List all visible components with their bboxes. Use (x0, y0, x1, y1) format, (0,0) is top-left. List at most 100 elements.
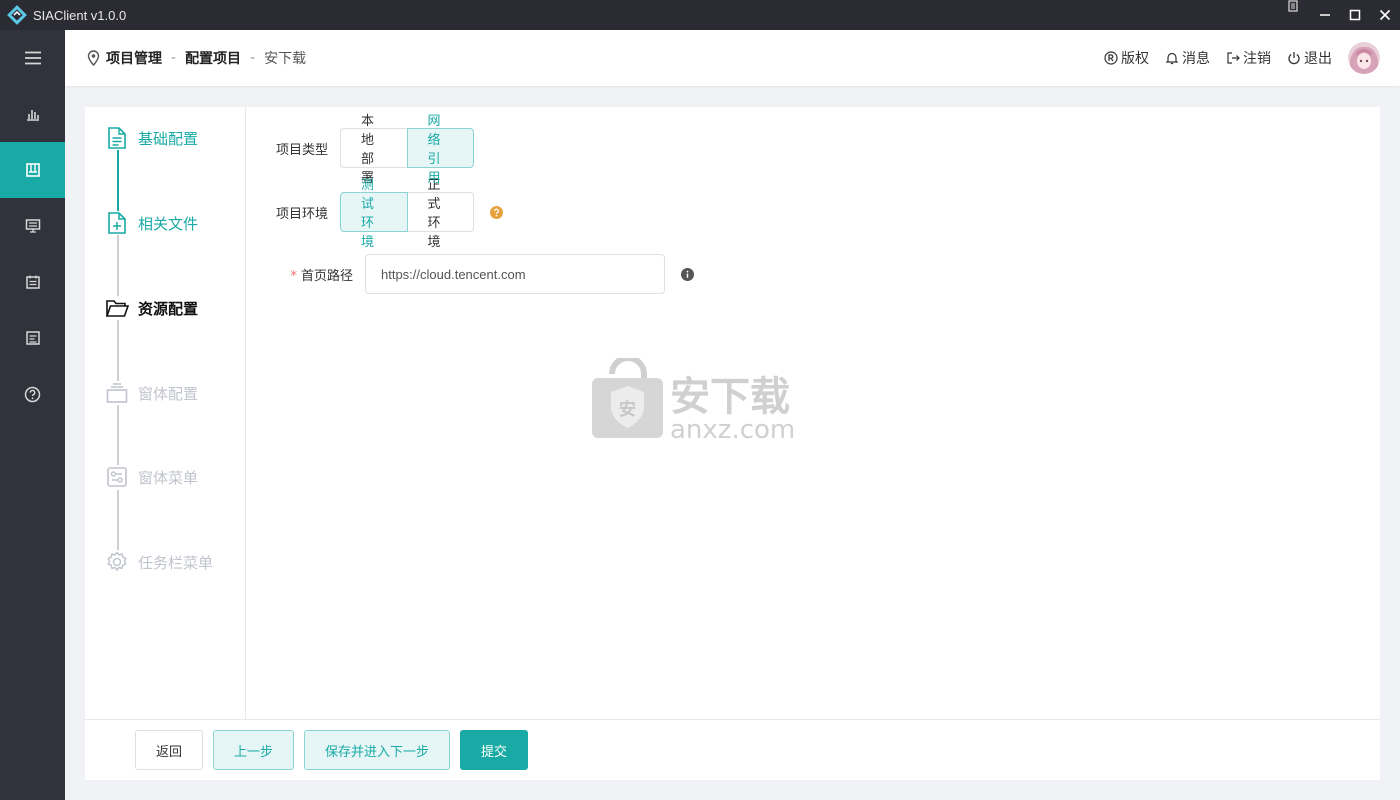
copyright-label: 版权 (1121, 51, 1149, 67)
home-path-info[interactable] (681, 267, 694, 281)
footer-actions: 返回 上一步 保存并进入下一步 提交 (85, 719, 1380, 780)
step-window-config[interactable]: 窗体配置 (105, 378, 198, 408)
config-panel: 基础配置 相关文件 资源配置 窗体配置 窗体菜单 任务栏菜单 项目类型 本地部署… (85, 107, 1380, 780)
breadcrumb-separator: - (250, 50, 256, 66)
breadcrumb-separator: - (171, 50, 177, 66)
window-title: SIAClient v1.0.0 (33, 7, 127, 23)
step-window-menu[interactable]: 窗体菜单 (105, 462, 198, 492)
project-icon (25, 163, 40, 177)
watermark-cn: 安下载 (670, 374, 790, 420)
project-env-test-option[interactable]: 测试环境 (340, 178, 408, 250)
back-button[interactable]: 返回 (135, 730, 204, 770)
question-circle-icon (490, 205, 504, 219)
project-type-radio-group: 本地部署 网络引用 (340, 114, 475, 186)
required-mark: * (290, 268, 297, 284)
document-icon (25, 331, 40, 345)
menu-icon (24, 51, 41, 65)
sidebar-item-documents[interactable] (0, 310, 65, 366)
watermark-badge: 安 (619, 399, 636, 420)
sidebar-item-help[interactable] (0, 366, 65, 422)
info-icon (681, 267, 694, 281)
title-bar: SIAClient v1.0.0 (0, 0, 1400, 30)
step-connector (117, 405, 119, 467)
steps-sidebar: 基础配置 相关文件 资源配置 窗体配置 窗体菜单 任务栏菜单 (85, 107, 246, 719)
exit-button[interactable]: 退出 (1287, 48, 1332, 68)
avatar[interactable] (1348, 42, 1380, 74)
step-label: 窗体配置 (138, 384, 199, 403)
watermark-en: anxz.com (670, 415, 795, 440)
power-icon (1288, 52, 1300, 65)
project-env-radio-group: 测试环境 正式环境 (340, 178, 475, 250)
project-type-network-option[interactable]: 网络引用 (406, 114, 475, 186)
project-env-label: 项目环境 (276, 206, 329, 222)
registered-icon (1104, 51, 1118, 65)
logout-button[interactable]: 注销 (1226, 48, 1271, 68)
breadcrumb-item-configure-project[interactable]: 配置项目 (185, 48, 241, 68)
step-basic-config[interactable]: 基础配置 (105, 123, 198, 153)
calendar-icon (25, 275, 40, 289)
project-env-row: 项目环境 测试环境 正式环境 (265, 178, 504, 250)
home-path-row: * 首页路径 (265, 254, 694, 294)
watermark-logo: 安 安下载 anxz.com (592, 355, 807, 445)
sidebar-item-monitor[interactable] (0, 198, 65, 254)
step-label: 窗体菜单 (138, 468, 199, 487)
step-connector (117, 150, 119, 212)
step-label: 基础配置 (138, 129, 199, 148)
project-env-prod-option[interactable]: 正式环境 (406, 178, 475, 250)
location-icon (87, 50, 100, 66)
sidebar-item-statistics[interactable] (0, 86, 65, 142)
project-type-label: 项目类型 (276, 142, 329, 158)
sidebar-item-calendar[interactable] (0, 254, 65, 310)
watermark-shield-icon: 安 安下载 anxz.com (592, 355, 795, 445)
home-path-label: 首页路径 (300, 268, 353, 284)
minimize-button[interactable] (1310, 0, 1340, 30)
logout-label: 注销 (1243, 51, 1271, 67)
maximize-button[interactable] (1340, 0, 1370, 30)
file-plus-icon (108, 212, 126, 234)
gear-icon (107, 551, 127, 572)
monitor-icon (25, 219, 40, 233)
project-type-row: 项目类型 本地部署 网络引用 (265, 114, 475, 186)
breadcrumb-item-current: 安下载 (264, 51, 307, 67)
exit-label: 退出 (1304, 51, 1332, 67)
step-label: 资源配置 (138, 299, 199, 318)
sidebar (0, 30, 65, 800)
messages-button[interactable]: 消息 (1165, 48, 1210, 68)
copyright-button[interactable]: 版权 (1104, 48, 1149, 68)
logout-icon (1227, 52, 1240, 64)
messages-label: 消息 (1182, 51, 1210, 67)
top-header: 项目管理 - 配置项目 - 安下载 版权 消息 注销 退出 (65, 30, 1400, 86)
maximize-icon (1349, 9, 1361, 21)
sidebar-item-projects[interactable] (0, 142, 65, 198)
step-connector (117, 320, 119, 382)
folder-open-icon (105, 300, 129, 317)
pin-icon[interactable] (1286, 0, 1300, 12)
home-path-input[interactable] (365, 254, 665, 294)
bell-icon (1165, 52, 1179, 65)
breadcrumb: 项目管理 - 配置项目 - 安下载 (87, 48, 306, 68)
submit-button[interactable]: 提交 (460, 730, 529, 770)
step-connector (117, 490, 119, 552)
window-icon (106, 383, 128, 403)
step-resource-config[interactable]: 资源配置 (105, 293, 198, 323)
step-connector (117, 235, 119, 297)
close-icon (1379, 9, 1391, 21)
project-type-local-option[interactable]: 本地部署 (340, 114, 408, 186)
prev-step-button[interactable]: 上一步 (213, 730, 295, 770)
bar-chart-icon (26, 110, 39, 121)
help-icon (24, 386, 41, 402)
project-env-help[interactable] (490, 205, 504, 219)
step-taskbar-menu[interactable]: 任务栏菜单 (105, 547, 213, 577)
step-related-files[interactable]: 相关文件 (105, 208, 198, 238)
app-logo-icon (7, 5, 27, 25)
sidebar-toggle-button[interactable] (0, 30, 65, 86)
breadcrumb-item-project-management[interactable]: 项目管理 (106, 48, 162, 68)
file-text-icon (108, 127, 126, 149)
close-button[interactable] (1370, 0, 1400, 30)
user-avatar-icon (1348, 42, 1380, 74)
menu-settings-icon (107, 467, 127, 487)
step-label: 任务栏菜单 (138, 553, 214, 572)
step-label: 相关文件 (138, 214, 199, 233)
minimize-icon (1320, 14, 1330, 16)
save-next-button[interactable]: 保存并进入下一步 (304, 730, 451, 770)
